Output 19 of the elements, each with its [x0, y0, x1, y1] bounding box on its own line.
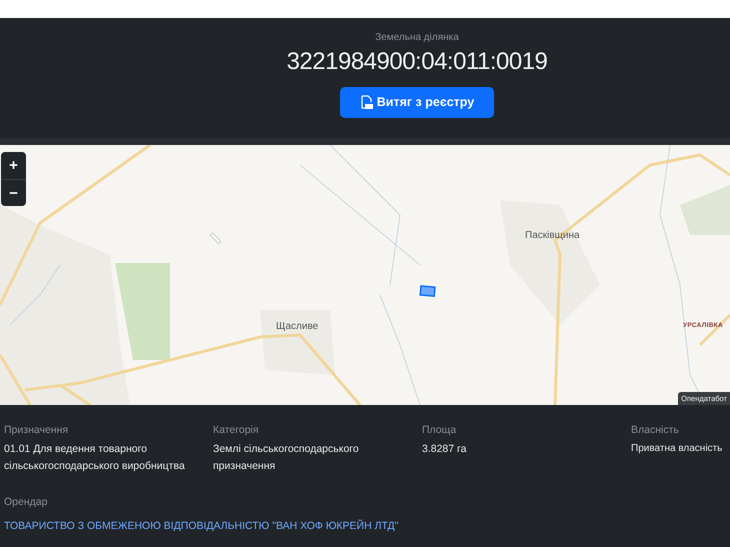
- pdf-file-icon: [360, 94, 373, 110]
- extract-button[interactable]: Витяг з реєстру: [340, 87, 494, 118]
- land-parcel[interactable]: [419, 285, 436, 297]
- field-label: Площа: [422, 423, 456, 438]
- place-label: Пасківщина: [525, 229, 580, 243]
- page-subtitle: Земельна ділянка: [375, 31, 459, 45]
- field-label: Категорія: [213, 423, 259, 438]
- tenant-link[interactable]: ТОВАРИСТВО З ОБМЕЖЕНОЮ ВІДПОВІДАЛЬНІСТЮ "ВАН ХОФ ЮКРЕЙН ЛТД": [4, 520, 398, 532]
- field-label: Орендар: [4, 494, 48, 510]
- field-value: 3.8287 га: [422, 442, 468, 457]
- cadastral-number: 3221984900:04:011:0019: [286, 48, 548, 77]
- field-value: Приватна власність: [631, 442, 724, 456]
- zoom-out-button[interactable]: −: [1, 179, 26, 206]
- field-value: Землі сільськогосподарського призначення: [213, 442, 360, 474]
- place-label: Щасливе: [276, 320, 318, 334]
- field-label: Призначення: [4, 423, 68, 438]
- zoom-in-button[interactable]: +: [1, 152, 26, 179]
- field-value: 01.01 Для ведення товарного сільськогосподарського виробництва: [4, 442, 186, 474]
- field-label: Власність: [631, 423, 679, 438]
